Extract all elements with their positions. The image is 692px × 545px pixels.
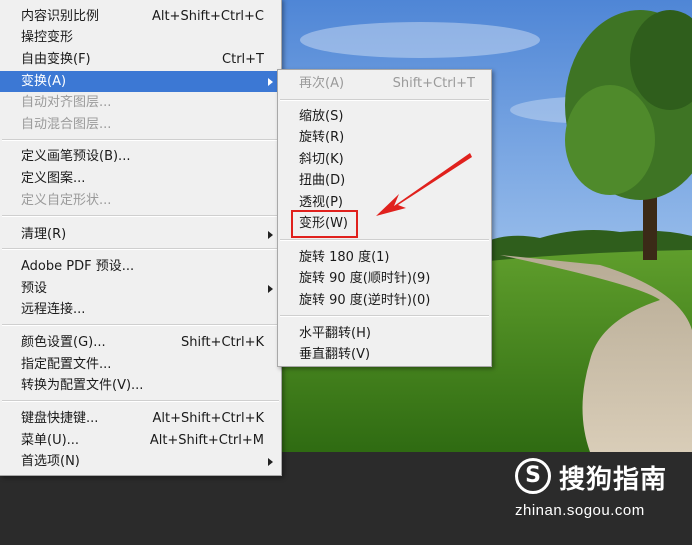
menu-item-define-pattern[interactable]: 定义图案...: [0, 168, 281, 189]
menu-separator: [2, 215, 279, 217]
submenu-arrow-icon: [268, 231, 273, 239]
menu-item-content-aware-scale[interactable]: 内容识别比例 Alt+Shift+Ctrl+C: [0, 6, 281, 27]
menu-item-label: 颜色设置(G)...: [21, 335, 106, 350]
menu-item-label: 菜单(U)...: [21, 433, 80, 448]
menu-item-preferences[interactable]: 首选项(N): [0, 451, 281, 472]
menu-separator: [280, 315, 489, 317]
menu-item-convert-to-profile[interactable]: 转换为配置文件(V)...: [0, 375, 281, 396]
menu-item-label: 水平翻转(H): [299, 326, 371, 341]
menu-item-label: 定义画笔预设(B)...: [21, 149, 131, 164]
menu-item-free-transform[interactable]: 自由变换(F) Ctrl+T: [0, 49, 281, 70]
menu-item-label: 垂直翻转(V): [299, 347, 371, 362]
menu-item-auto-align-layers: 自动对齐图层...: [0, 92, 281, 113]
menu-item-label: 缩放(S): [299, 109, 344, 124]
menu-item-menus[interactable]: 菜单(U)... Alt+Shift+Ctrl+M: [0, 430, 281, 451]
menu-item-label: 转换为配置文件(V)...: [21, 378, 144, 393]
menu-item-label: 清理(R): [21, 227, 67, 242]
menu-item-shortcut: Ctrl+T: [222, 52, 264, 67]
menu-item-presets[interactable]: 预设: [0, 278, 281, 299]
menu-separator: [280, 99, 489, 101]
menu-item-label: 内容识别比例: [21, 9, 100, 24]
menu-item-label: 操控变形: [21, 30, 74, 45]
menu-item-shortcut: Shift+Ctrl+T: [392, 76, 475, 91]
menu-item-color-settings[interactable]: 颜色设置(G)... Shift+Ctrl+K: [0, 332, 281, 353]
menu-item-label: 旋转(R): [299, 130, 345, 145]
submenu-item-flip-horizontal[interactable]: 水平翻转(H): [278, 323, 491, 344]
menu-separator: [2, 324, 279, 326]
submenu-arrow-icon: [268, 285, 273, 293]
menu-item-define-custom-shape: 定义自定形状...: [0, 190, 281, 211]
menu-item-keyboard-shortcuts[interactable]: 键盘快捷键... Alt+Shift+Ctrl+K: [0, 408, 281, 429]
menu-separator: [2, 248, 279, 250]
submenu-item-flip-vertical[interactable]: 垂直翻转(V): [278, 344, 491, 365]
warp-highlight-box: [291, 210, 358, 238]
red-arrow-icon: [376, 153, 472, 216]
menu-item-adobe-pdf-presets[interactable]: Adobe PDF 预设...: [0, 256, 281, 277]
menu-item-label: 扭曲(D): [299, 173, 346, 188]
menu-item-label: 自动对齐图层...: [21, 95, 112, 110]
menu-item-label: 旋转 90 度(逆时针)(0): [299, 293, 431, 308]
menu-item-transform[interactable]: 变换(A): [0, 71, 281, 92]
menu-item-label: 再次(A): [299, 76, 345, 91]
submenu-item-rotate-180[interactable]: 旋转 180 度(1): [278, 247, 491, 268]
menu-item-shortcut: Alt+Shift+Ctrl+K: [152, 411, 264, 426]
submenu-item-rotate-90-ccw[interactable]: 旋转 90 度(逆时针)(0): [278, 290, 491, 311]
menu-item-label: 键盘快捷键...: [21, 411, 99, 426]
menu-item-auto-blend-layers: 自动混合图层...: [0, 114, 281, 135]
menu-item-label: 远程连接...: [21, 302, 86, 317]
menu-separator: [280, 239, 489, 241]
menu-separator: [2, 400, 279, 402]
submenu-item-rotate-90-cw[interactable]: 旋转 90 度(顺时针)(9): [278, 268, 491, 289]
menu-item-label: 旋转 90 度(顺时针)(9): [299, 271, 431, 286]
watermark-url: zhinan.sogou.com: [515, 502, 645, 519]
menu-item-label: 自由变换(F): [21, 52, 91, 67]
sogou-logo-icon: S: [515, 458, 551, 494]
submenu-arrow-icon: [268, 458, 273, 466]
menu-item-remote-connections[interactable]: 远程连接...: [0, 299, 281, 320]
menu-item-shortcut: Alt+Shift+Ctrl+M: [149, 433, 264, 448]
menu-item-label: 指定配置文件...: [21, 357, 112, 372]
menu-item-define-brush-preset[interactable]: 定义画笔预设(B)...: [0, 146, 281, 167]
menu-item-label: 首选项(N): [21, 454, 80, 469]
menu-separator: [2, 139, 279, 141]
menu-item-label: 定义自定形状...: [21, 193, 112, 208]
watermark-name: 搜狗指南: [559, 465, 668, 495]
menu-item-puppet-warp[interactable]: 操控变形: [0, 27, 281, 48]
menu-item-label: 预设: [21, 281, 48, 296]
menu-item-label: 定义图案...: [21, 171, 86, 186]
submenu-item-again: 再次(A) Shift+Ctrl+T: [278, 73, 491, 94]
submenu-item-scale[interactable]: 缩放(S): [278, 106, 491, 127]
menu-item-shortcut: Shift+Ctrl+K: [181, 335, 264, 350]
menu-item-label: 旋转 180 度(1): [299, 250, 390, 265]
menu-item-label: 自动混合图层...: [21, 117, 112, 132]
menu-item-assign-profile[interactable]: 指定配置文件...: [0, 354, 281, 375]
menu-item-shortcut: Alt+Shift+Ctrl+C: [151, 9, 264, 24]
submenu-item-rotate[interactable]: 旋转(R): [278, 127, 491, 148]
edit-menu: 内容识别比例 Alt+Shift+Ctrl+C 操控变形 自由变换(F) Ctr…: [0, 0, 282, 476]
submenu-arrow-icon: [268, 78, 273, 86]
menu-item-label: 变换(A): [21, 74, 67, 89]
menu-item-label: 斜切(K): [299, 152, 344, 167]
menu-item-label: Adobe PDF 预设...: [21, 259, 135, 274]
menu-item-purge[interactable]: 清理(R): [0, 224, 281, 245]
